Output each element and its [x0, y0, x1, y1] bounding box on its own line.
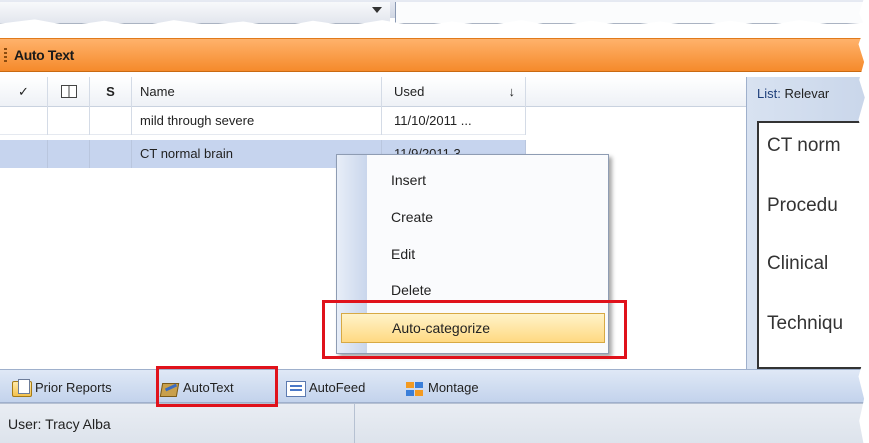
status-user: User: Tracy Alba: [0, 404, 355, 443]
dropdown-arrow-icon[interactable]: [372, 7, 382, 13]
status-pane: [356, 404, 869, 443]
preview-line: Techniqu: [767, 313, 844, 334]
list-label: List:: [757, 86, 781, 101]
column-used-label: Used: [394, 84, 425, 99]
column-name[interactable]: Name: [132, 77, 382, 107]
menu-item-create[interactable]: Create: [391, 206, 433, 228]
autofeed-icon: [286, 380, 306, 397]
tab-prior-reports[interactable]: Prior Reports: [12, 375, 112, 401]
report-preview: CT norm Procedu Clinical Techniqu: [757, 121, 869, 369]
panel-title: Auto Text: [14, 47, 74, 63]
montage-icon: [405, 381, 425, 397]
row-used: 11/10/2011 ...: [382, 107, 526, 135]
preview-panel: List: Relevar CT norm Procedu Clinical T…: [746, 77, 869, 369]
tab-label: AutoFeed: [309, 380, 366, 395]
tab-montage[interactable]: Montage: [405, 375, 479, 401]
tab-label: Prior Reports: [35, 380, 112, 395]
column-image[interactable]: [48, 77, 90, 107]
highlight-box-auto-categorize: [322, 300, 627, 359]
tab-autofeed[interactable]: AutoFeed: [286, 375, 365, 401]
image-column-icon: [60, 85, 77, 98]
toolbar-dropdown[interactable]: [0, 2, 390, 24]
autotext-title-bar: Auto Text: [0, 38, 869, 72]
bottom-tab-bar: Prior Reports AutoText AutoFeed Montage: [0, 369, 869, 403]
column-used[interactable]: Used ↓: [382, 77, 526, 107]
table-row[interactable]: mild through severe 11/10/2011 ...: [0, 107, 526, 135]
menu-item-delete[interactable]: Delete: [391, 279, 431, 301]
status-bar: User: Tracy Alba: [0, 403, 869, 443]
list-value: Relevar: [784, 86, 830, 101]
prior-reports-icon: [12, 378, 32, 397]
preview-line: Procedu: [767, 195, 838, 216]
sort-down-icon: ↓: [508, 84, 516, 99]
cropped-toolbar: [0, 0, 869, 32]
menu-item-insert[interactable]: Insert: [391, 169, 426, 191]
preview-line: Clinical: [767, 253, 829, 274]
column-s[interactable]: S: [90, 77, 132, 107]
column-check[interactable]: ✓: [0, 77, 48, 107]
grip-icon[interactable]: [4, 48, 7, 64]
menu-item-edit[interactable]: Edit: [391, 243, 415, 265]
preview-line: CT norm: [767, 135, 841, 156]
highlight-box-autotext-tab: [156, 366, 278, 407]
column-empty: [526, 77, 746, 107]
tab-label: Montage: [428, 380, 479, 395]
row-name: mild through severe: [132, 107, 382, 135]
list-selector[interactable]: List: Relevar: [757, 86, 829, 101]
column-header: ✓ S Name Used ↓: [0, 77, 746, 107]
